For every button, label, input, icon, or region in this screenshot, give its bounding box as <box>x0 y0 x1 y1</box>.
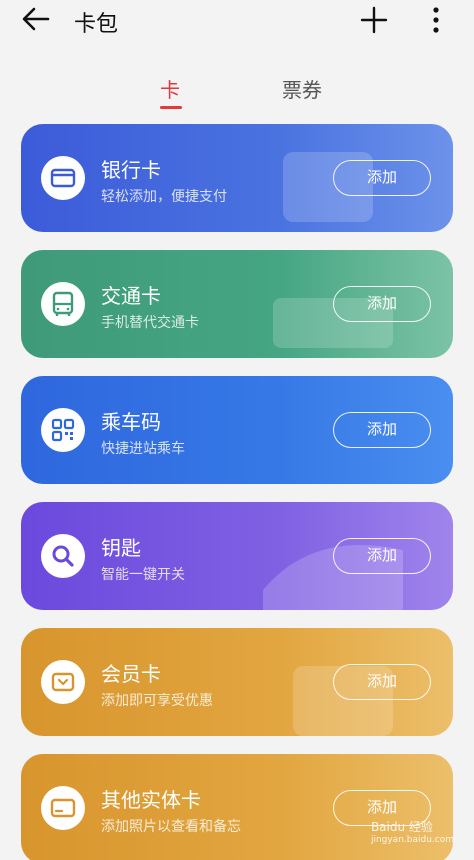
tab-bar: 卡 票券 <box>0 70 474 114</box>
card-icon <box>50 798 76 818</box>
more-options-icon[interactable] <box>428 4 444 36</box>
card-subtitle: 添加照片以查看和备忘 <box>101 819 241 835</box>
watermark: Baidu 经验 jingyan.baidu.com <box>371 818 454 845</box>
card-bank[interactable]: 银行卡 轻松添加，便捷支付 添加 <box>21 124 453 232</box>
bank-card-icon <box>50 168 76 188</box>
bus-icon <box>52 291 74 316</box>
add-button[interactable]: 添加 <box>333 538 431 574</box>
key-icon <box>52 545 74 567</box>
card-icon-container <box>41 156 85 200</box>
active-tab-indicator <box>160 106 182 109</box>
plus-icon[interactable] <box>358 2 390 36</box>
page-title: 卡包 <box>74 12 119 37</box>
top-bar: 卡包 <box>0 0 474 44</box>
add-button[interactable]: 添加 <box>333 664 431 700</box>
card-subtitle: 轻松添加，便捷支付 <box>101 189 227 205</box>
card-name: 其他实体卡 <box>101 788 201 812</box>
card-subtitle: 手机替代交通卡 <box>101 315 199 331</box>
tab-cards[interactable]: 卡 <box>160 74 180 103</box>
card-ride-code[interactable]: 乘车码 快捷进站乘车 添加 <box>21 376 453 484</box>
card-subtitle: 快捷进站乘车 <box>101 441 185 457</box>
card-name: 钥匙 <box>101 536 141 560</box>
card-icon-container <box>41 408 85 452</box>
add-button[interactable]: 添加 <box>333 160 431 196</box>
card-name: 乘车码 <box>101 410 161 434</box>
card-icon-container <box>41 534 85 578</box>
card-member[interactable]: 会员卡 添加即可享受优惠 添加 <box>21 628 453 736</box>
card-icon-container <box>41 660 85 704</box>
back-arrow-icon[interactable] <box>20 4 54 34</box>
card-name: 银行卡 <box>101 158 161 182</box>
card-icon-container <box>41 786 85 830</box>
card-transit[interactable]: 交通卡 手机替代交通卡 添加 <box>21 250 453 358</box>
add-button[interactable]: 添加 <box>333 412 431 448</box>
tab-tickets[interactable]: 票券 <box>282 74 322 103</box>
card-icon-container <box>41 282 85 326</box>
watermark-url: jingyan.baidu.com <box>370 835 454 845</box>
qr-code-icon <box>51 418 75 442</box>
card-name: 会员卡 <box>101 662 161 686</box>
watermark-text: Baidu 经验 <box>370 820 433 834</box>
add-button[interactable]: 添加 <box>333 286 431 322</box>
card-name: 交通卡 <box>101 284 161 308</box>
member-card-icon <box>51 672 75 692</box>
card-key[interactable]: 钥匙 智能一键开关 添加 <box>21 502 453 610</box>
card-subtitle: 智能一键开关 <box>101 567 185 583</box>
card-subtitle: 添加即可享受优惠 <box>101 693 213 709</box>
